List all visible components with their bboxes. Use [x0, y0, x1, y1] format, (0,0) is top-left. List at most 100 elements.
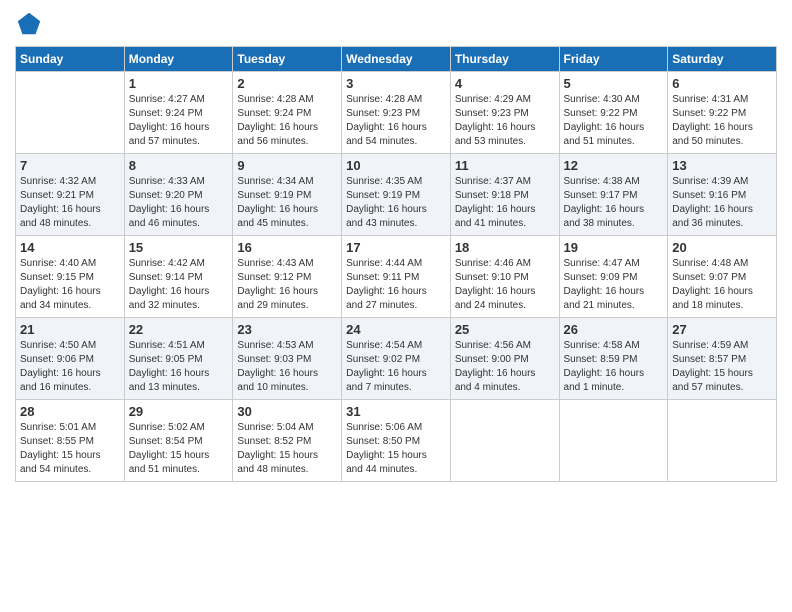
logo: [15, 10, 47, 38]
calendar-cell: 18 Sunrise: 4:46 AM Sunset: 9:10 PM Dayli…: [450, 236, 559, 318]
day-number: 11: [455, 158, 555, 173]
calendar-cell: 26 Sunrise: 4:58 AM Sunset: 8:59 PM Dayli…: [559, 318, 668, 400]
cell-text: Sunrise: 4:59 AM Sunset: 8:57 PM Dayligh…: [672, 339, 772, 395]
week-row-2: 7Sunrise: 4:32 AM Sunset: 9:21 PM Daylig…: [16, 154, 777, 236]
header-row: SundayMondayTuesdayWednesdayThursdayFrid…: [16, 47, 777, 72]
calendar-cell: [559, 400, 668, 482]
calendar-cell: 19 Sunrise: 4:47 AM Sunset: 9:09 PM Dayli…: [559, 236, 668, 318]
cell-text: Sunrise: 4:31 AM Sunset: 9:22 PM Dayligh…: [672, 93, 772, 149]
day-number: 31: [346, 404, 446, 419]
day-number: 5: [564, 76, 664, 91]
day-number: 4: [455, 76, 555, 91]
calendar-cell: 28Sunrise: 5:01 AM Sunset: 8:55 PM Dayli…: [16, 400, 125, 482]
day-number: 22: [129, 322, 229, 337]
cell-text: Sunrise: 4:28 AM Sunset: 9:23 PM Dayligh…: [346, 93, 446, 149]
calendar-cell: 21 Sunrise: 4:50 AM Sunset: 9:06 PM Dayli…: [16, 318, 125, 400]
day-number: 25: [455, 322, 555, 337]
cell-text: Sunrise: 5:04 AM Sunset: 8:52 PM Dayligh…: [237, 421, 337, 477]
day-number: 21: [20, 322, 120, 337]
cell-text: Sunrise: 4:53 AM Sunset: 9:03 PM Dayligh…: [237, 339, 337, 395]
cell-text: Sunrise: 4:37 AM Sunset: 9:18 PM Dayligh…: [455, 175, 555, 231]
cell-text: Sunrise: 4:27 AM Sunset: 9:24 PM Dayligh…: [129, 93, 229, 149]
calendar-cell: 3Sunrise: 4:28 AM Sunset: 9:23 PM Daylig…: [342, 72, 451, 154]
calendar-cell: 10 Sunrise: 4:35 AM Sunset: 9:19 PM Dayli…: [342, 154, 451, 236]
calendar-table: SundayMondayTuesdayWednesdayThursdayFrid…: [15, 46, 777, 482]
day-number: 10: [346, 158, 446, 173]
week-row-1: 1 Sunrise: 4:27 AM Sunset: 9:24 PM Daylig…: [16, 72, 777, 154]
calendar-cell: 7Sunrise: 4:32 AM Sunset: 9:21 PM Daylig…: [16, 154, 125, 236]
cell-text: Sunrise: 4:29 AM Sunset: 9:23 PM Dayligh…: [455, 93, 555, 149]
cell-text: Sunrise: 5:06 AM Sunset: 8:50 PM Dayligh…: [346, 421, 446, 477]
day-number: 9: [237, 158, 337, 173]
calendar-cell: 6 Sunrise: 4:31 AM Sunset: 9:22 PM Daylig…: [668, 72, 777, 154]
calendar-cell: 17Sunrise: 4:44 AM Sunset: 9:11 PM Dayli…: [342, 236, 451, 318]
cell-text: Sunrise: 4:44 AM Sunset: 9:11 PM Dayligh…: [346, 257, 446, 313]
day-number: 19: [564, 240, 664, 255]
day-number: 1: [129, 76, 229, 91]
cell-text: Sunrise: 4:43 AM Sunset: 9:12 PM Dayligh…: [237, 257, 337, 313]
day-number: 26: [564, 322, 664, 337]
cell-text: Sunrise: 4:50 AM Sunset: 9:06 PM Dayligh…: [20, 339, 120, 395]
calendar-cell: [668, 400, 777, 482]
cell-text: Sunrise: 4:30 AM Sunset: 9:22 PM Dayligh…: [564, 93, 664, 149]
day-number: 18: [455, 240, 555, 255]
cell-text: Sunrise: 4:48 AM Sunset: 9:07 PM Dayligh…: [672, 257, 772, 313]
cell-text: Sunrise: 4:42 AM Sunset: 9:14 PM Dayligh…: [129, 257, 229, 313]
day-number: 15: [129, 240, 229, 255]
day-number: 2: [237, 76, 337, 91]
cell-text: Sunrise: 4:47 AM Sunset: 9:09 PM Dayligh…: [564, 257, 664, 313]
calendar-cell: 4 Sunrise: 4:29 AM Sunset: 9:23 PM Daylig…: [450, 72, 559, 154]
day-header-friday: Friday: [559, 47, 668, 72]
calendar-cell: 30 Sunrise: 5:04 AM Sunset: 8:52 PM Dayli…: [233, 400, 342, 482]
cell-text: Sunrise: 4:33 AM Sunset: 9:20 PM Dayligh…: [129, 175, 229, 231]
day-number: 27: [672, 322, 772, 337]
cell-text: Sunrise: 5:02 AM Sunset: 8:54 PM Dayligh…: [129, 421, 229, 477]
day-header-wednesday: Wednesday: [342, 47, 451, 72]
cell-text: Sunrise: 4:38 AM Sunset: 9:17 PM Dayligh…: [564, 175, 664, 231]
day-number: 12: [564, 158, 664, 173]
calendar-cell: 24Sunrise: 4:54 AM Sunset: 9:02 PM Dayli…: [342, 318, 451, 400]
day-number: 13: [672, 158, 772, 173]
day-header-monday: Monday: [124, 47, 233, 72]
cell-text: Sunrise: 4:39 AM Sunset: 9:16 PM Dayligh…: [672, 175, 772, 231]
day-number: 28: [20, 404, 120, 419]
cell-text: Sunrise: 4:32 AM Sunset: 9:21 PM Dayligh…: [20, 175, 120, 231]
cell-text: Sunrise: 4:34 AM Sunset: 9:19 PM Dayligh…: [237, 175, 337, 231]
calendar-cell: 23 Sunrise: 4:53 AM Sunset: 9:03 PM Dayli…: [233, 318, 342, 400]
week-row-4: 21 Sunrise: 4:50 AM Sunset: 9:06 PM Dayli…: [16, 318, 777, 400]
cell-text: Sunrise: 4:46 AM Sunset: 9:10 PM Dayligh…: [455, 257, 555, 313]
cell-text: Sunrise: 4:56 AM Sunset: 9:00 PM Dayligh…: [455, 339, 555, 395]
calendar-cell: [450, 400, 559, 482]
calendar-cell: 1 Sunrise: 4:27 AM Sunset: 9:24 PM Daylig…: [124, 72, 233, 154]
calendar-cell: 29Sunrise: 5:02 AM Sunset: 8:54 PM Dayli…: [124, 400, 233, 482]
day-header-thursday: Thursday: [450, 47, 559, 72]
logo-icon: [15, 10, 43, 38]
cell-text: Sunrise: 4:54 AM Sunset: 9:02 PM Dayligh…: [346, 339, 446, 395]
day-header-saturday: Saturday: [668, 47, 777, 72]
header: [15, 10, 777, 38]
calendar-cell: 20 Sunrise: 4:48 AM Sunset: 9:07 PM Dayli…: [668, 236, 777, 318]
day-header-tuesday: Tuesday: [233, 47, 342, 72]
cell-text: Sunrise: 4:40 AM Sunset: 9:15 PM Dayligh…: [20, 257, 120, 313]
week-row-3: 14 Sunrise: 4:40 AM Sunset: 9:15 PM Dayli…: [16, 236, 777, 318]
calendar-cell: 27 Sunrise: 4:59 AM Sunset: 8:57 PM Dayli…: [668, 318, 777, 400]
day-number: 30: [237, 404, 337, 419]
calendar-cell: 16 Sunrise: 4:43 AM Sunset: 9:12 PM Dayli…: [233, 236, 342, 318]
calendar-cell: 25 Sunrise: 4:56 AM Sunset: 9:00 PM Dayli…: [450, 318, 559, 400]
calendar-cell: 14 Sunrise: 4:40 AM Sunset: 9:15 PM Dayli…: [16, 236, 125, 318]
day-number: 14: [20, 240, 120, 255]
cell-text: Sunrise: 4:58 AM Sunset: 8:59 PM Dayligh…: [564, 339, 664, 395]
week-row-5: 28Sunrise: 5:01 AM Sunset: 8:55 PM Dayli…: [16, 400, 777, 482]
day-number: 23: [237, 322, 337, 337]
day-number: 6: [672, 76, 772, 91]
cell-text: Sunrise: 4:35 AM Sunset: 9:19 PM Dayligh…: [346, 175, 446, 231]
calendar-cell: 2 Sunrise: 4:28 AM Sunset: 9:24 PM Daylig…: [233, 72, 342, 154]
day-number: 8: [129, 158, 229, 173]
cell-text: Sunrise: 4:28 AM Sunset: 9:24 PM Dayligh…: [237, 93, 337, 149]
calendar-cell: 13 Sunrise: 4:39 AM Sunset: 9:16 PM Dayli…: [668, 154, 777, 236]
day-number: 16: [237, 240, 337, 255]
day-number: 20: [672, 240, 772, 255]
calendar-cell: 11 Sunrise: 4:37 AM Sunset: 9:18 PM Dayli…: [450, 154, 559, 236]
cell-text: Sunrise: 4:51 AM Sunset: 9:05 PM Dayligh…: [129, 339, 229, 395]
calendar-cell: 8 Sunrise: 4:33 AM Sunset: 9:20 PM Daylig…: [124, 154, 233, 236]
